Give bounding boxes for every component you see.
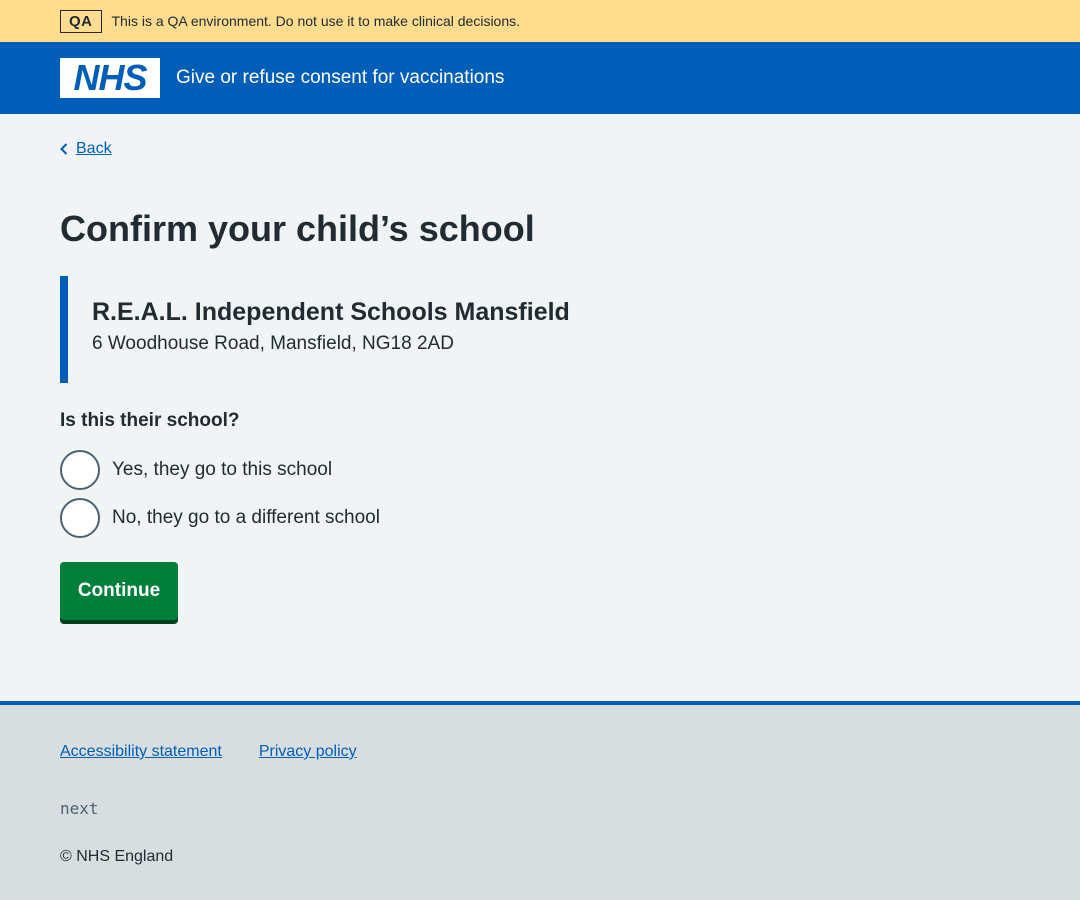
main-content: Back Confirm your child’s school R.E.A.L… <box>0 114 1080 701</box>
radio-label-yes[interactable]: Yes, they go to this school <box>112 459 332 481</box>
radio-label-no[interactable]: No, they go to a different school <box>112 507 380 529</box>
school-name: R.E.A.L. Independent Schools Mansfield <box>92 298 570 326</box>
accessibility-statement-link[interactable]: Accessibility statement <box>60 743 222 761</box>
site-footer: Accessibility statement Privacy policy n… <box>0 701 1080 900</box>
nhs-logo-text: NHS <box>73 57 147 98</box>
nhs-logo[interactable]: NHS <box>60 58 160 98</box>
radio-option-yes[interactable]: Yes, they go to this school <box>60 450 332 490</box>
radio-button-yes[interactable] <box>60 450 100 490</box>
privacy-policy-link[interactable]: Privacy policy <box>259 743 357 761</box>
site-header: NHS Give or refuse consent for vaccinati… <box>0 42 1080 114</box>
radio-option-no[interactable]: No, they go to a different school <box>60 498 380 538</box>
version-label: next <box>60 799 99 818</box>
chevron-left-icon <box>60 143 68 155</box>
question-legend: Is this their school? <box>60 410 240 431</box>
school-inset: R.E.A.L. Independent Schools Mansfield 6… <box>60 276 620 383</box>
copyright-text: © NHS England <box>60 848 174 865</box>
continue-button[interactable]: Continue <box>60 562 178 620</box>
footer-links: Accessibility statement Privacy policy <box>60 743 357 761</box>
service-name[interactable]: Give or refuse consent for vaccinations <box>176 67 504 89</box>
school-address: 6 Woodhouse Road, Mansfield, NG18 2AD <box>92 333 454 354</box>
back-link-label: Back <box>76 140 112 157</box>
qa-banner-message: This is a QA environment. Do not use it … <box>111 13 521 29</box>
radio-button-no[interactable] <box>60 498 100 538</box>
page-title: Confirm your child’s school <box>60 208 535 249</box>
qa-tag: QA <box>60 9 102 33</box>
qa-environment-banner: QA This is a QA environment. Do not use … <box>0 0 1080 42</box>
back-link[interactable]: Back <box>60 140 112 158</box>
